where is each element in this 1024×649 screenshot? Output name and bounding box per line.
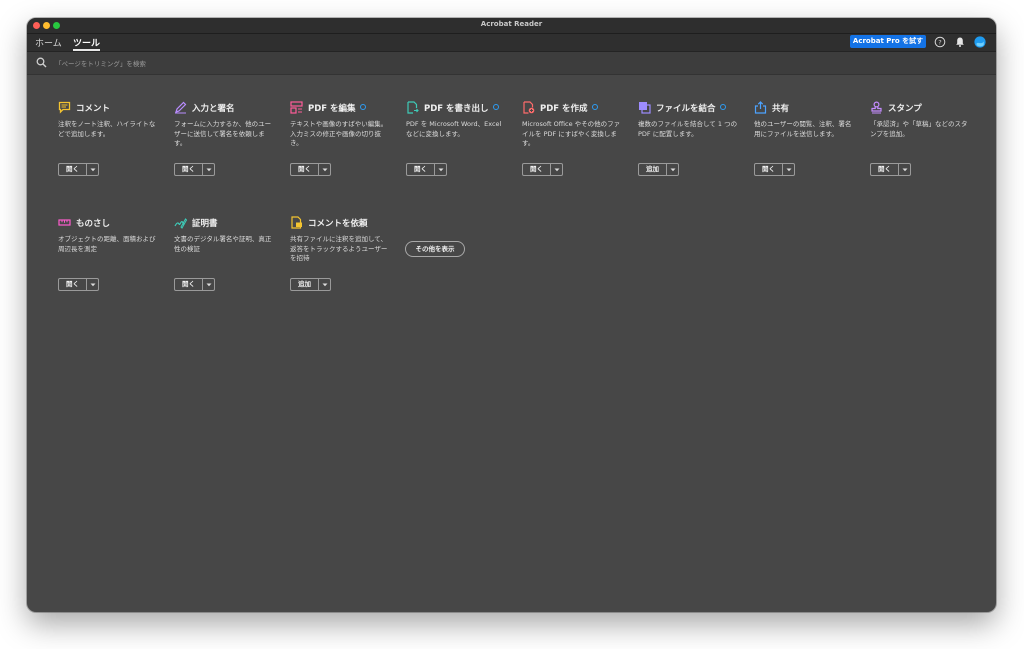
- stamp-icon: [871, 101, 882, 114]
- pro-badge-icon: [359, 104, 366, 110]
- tool-title: ものさし: [76, 219, 111, 229]
- tool-description: 注釈をノート注釈、ハイライトなどで追加します。: [58, 120, 156, 138]
- button-label: 開く: [59, 279, 87, 290]
- chevron-down-icon[interactable]: [899, 164, 910, 175]
- open-button[interactable]: 開く: [522, 163, 563, 176]
- tool-description: オブジェクトの距離、面積および周辺長を測定: [58, 235, 156, 253]
- chevron-down-icon[interactable]: [87, 164, 98, 175]
- open-button[interactable]: 開く: [870, 163, 911, 176]
- add-button[interactable]: 追加: [638, 163, 679, 176]
- svg-text:?: ?: [938, 39, 941, 47]
- ruler-icon: [58, 219, 71, 226]
- button-label: 開く: [59, 164, 87, 175]
- chevron-down-icon[interactable]: [319, 279, 330, 290]
- open-button[interactable]: 開く: [58, 163, 99, 176]
- button-label: 開く: [871, 164, 899, 175]
- open-button[interactable]: 開く: [174, 163, 215, 176]
- tool-title: PDF を編集: [308, 102, 366, 114]
- search-input[interactable]: 「ページをトリミング」を検索: [55, 58, 146, 68]
- tool-description: 「承認済」や「草稿」などのスタンプを追加。: [870, 120, 968, 138]
- button-label: 開く: [291, 164, 319, 175]
- chevron-down-icon[interactable]: [435, 164, 446, 175]
- tool-title: スタンプ: [888, 104, 922, 114]
- pro-badge-icon: [492, 104, 499, 110]
- tab-tools[interactable]: ツール: [73, 36, 101, 51]
- button-label: 開く: [523, 164, 551, 175]
- sign-icon: [175, 101, 187, 114]
- tool-description: 複数のファイルを結合して 1 つの PDF に配置します。: [638, 120, 738, 138]
- show-more-button[interactable]: その他を表示: [405, 241, 465, 257]
- search-icon: [36, 57, 47, 68]
- tool-description: 共有ファイルに注釈を追加して、返答をトラックするようユーザーを招待: [290, 235, 388, 262]
- button-label: 追加: [291, 279, 319, 290]
- tool-title: PDF を作成: [540, 102, 598, 114]
- tool-title: コメント: [76, 104, 111, 114]
- tab-home[interactable]: ホーム: [35, 36, 62, 49]
- open-button[interactable]: 開く: [406, 163, 447, 176]
- comment-icon: [58, 101, 71, 114]
- tool-description: テキストや画像のすばやい編集。入力ミスの修正や画像の切り抜き。: [290, 120, 388, 147]
- tool-title: コメントを依頼: [308, 219, 368, 229]
- create-pdf-icon: [523, 101, 535, 114]
- tool-search-bar[interactable]: 「ページをトリミング」を検索: [27, 52, 996, 75]
- open-button[interactable]: 開く: [754, 163, 795, 176]
- tool-title-text: PDF を編集: [308, 104, 356, 114]
- tab-bar: ホーム ツール Acrobat Pro を試す ?: [27, 34, 996, 52]
- pro-badge-icon: [719, 104, 726, 110]
- open-button[interactable]: 開く: [174, 278, 215, 291]
- open-button[interactable]: 開く: [58, 278, 99, 291]
- window-title: Acrobat Reader: [480, 20, 543, 28]
- bell-icon[interactable]: [954, 36, 966, 48]
- try-acrobat-pro-button[interactable]: Acrobat Pro を試す: [850, 35, 926, 48]
- edit-pdf-icon: [290, 101, 303, 114]
- app-window: Acrobat Reader ホーム ツール Acrobat Pro を試す ?…: [27, 18, 996, 612]
- open-button[interactable]: 開く: [290, 163, 331, 176]
- tool-title: PDF を書き出し: [424, 102, 499, 114]
- add-button[interactable]: 追加: [290, 278, 331, 291]
- tool-description: フォームに入力するか、他のユーザーに送信して署名を依頼します。: [174, 120, 272, 147]
- tool-description: PDF を Microsoft Word、Excel などに変換します。: [406, 120, 502, 138]
- tool-description: 文書のデジタル署名や証明、真正性の検証: [174, 235, 272, 253]
- help-icon[interactable]: ?: [934, 36, 946, 48]
- pro-badge-icon: [591, 104, 598, 110]
- combine-icon: [639, 102, 651, 114]
- button-label: 開く: [175, 279, 203, 290]
- button-label: 追加: [639, 164, 667, 175]
- certificate-icon: [174, 218, 187, 229]
- tool-title: 入力と署名: [192, 104, 235, 114]
- chevron-down-icon[interactable]: [203, 279, 214, 290]
- tool-title-text: PDF を書き出し: [424, 104, 489, 114]
- tool-description: 他のユーザーの閲覧、注釈、署名用にファイルを送信します。: [754, 120, 852, 138]
- chevron-down-icon[interactable]: [319, 164, 330, 175]
- tool-title-text: PDF を作成: [540, 104, 588, 114]
- button-label: 開く: [755, 164, 783, 175]
- tool-title-text: ファイルを結合: [656, 104, 716, 114]
- title-bar: Acrobat Reader: [27, 18, 996, 34]
- chevron-down-icon[interactable]: [203, 164, 214, 175]
- tool-title: 共有: [772, 104, 790, 114]
- share-icon: [754, 101, 767, 114]
- button-label: 開く: [407, 164, 435, 175]
- avatar[interactable]: [974, 36, 986, 48]
- export-pdf-icon: [407, 101, 419, 114]
- request-comment-icon: [291, 216, 302, 229]
- tool-description: Microsoft Office やその他のファイルを PDF にすばやく変換し…: [522, 120, 621, 147]
- tool-title: 証明書: [192, 219, 218, 229]
- tool-title: ファイルを結合: [656, 102, 726, 114]
- chevron-down-icon[interactable]: [783, 164, 794, 175]
- chevron-down-icon[interactable]: [667, 164, 678, 175]
- chevron-down-icon[interactable]: [87, 279, 98, 290]
- button-label: 開く: [175, 164, 203, 175]
- chevron-down-icon[interactable]: [551, 164, 562, 175]
